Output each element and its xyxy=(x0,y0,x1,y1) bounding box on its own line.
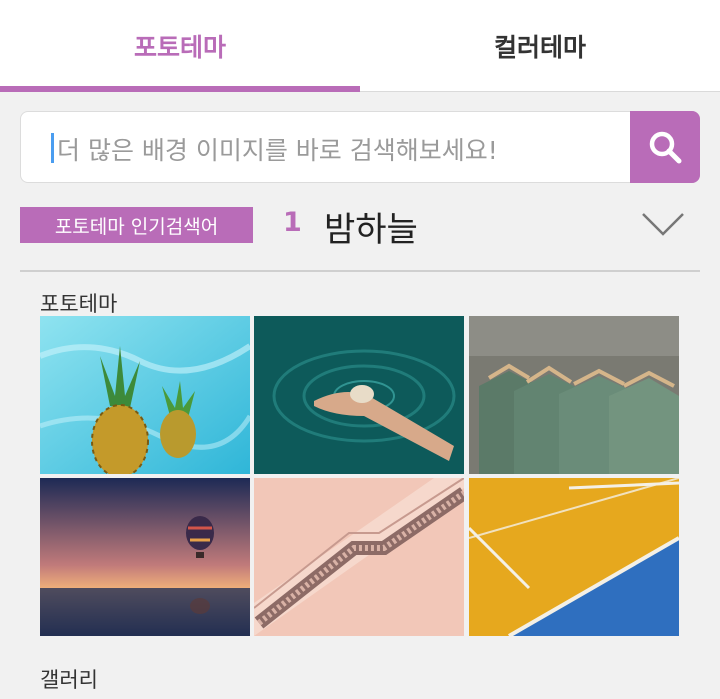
search-button[interactable] xyxy=(630,111,700,183)
search-bar[interactable]: 더 많은 배경 이미지를 바로 검색해보세요! xyxy=(20,111,700,183)
search-icon xyxy=(649,131,682,164)
tab-color-theme[interactable]: 컬러테마 xyxy=(360,0,720,92)
thumbnail-hand-shell-water[interactable] xyxy=(254,316,464,474)
text-cursor xyxy=(51,133,54,163)
popular-keyword[interactable]: 밤하늘 xyxy=(324,202,418,251)
theme-tabs: 포토테마 컬러테마 xyxy=(0,0,720,92)
photo-grid xyxy=(40,316,680,636)
popular-search-badge: 포토테마 인기검색어 xyxy=(20,207,253,243)
chevron-down-icon[interactable] xyxy=(640,210,686,238)
thumbnail-pineapple-pool[interactable] xyxy=(40,316,250,474)
active-tab-indicator xyxy=(0,86,360,92)
section-title-photo-theme: 포토테마 xyxy=(40,292,118,316)
thumbnail-sports-court[interactable] xyxy=(469,478,679,636)
divider xyxy=(20,270,700,272)
popular-rank: 1 xyxy=(283,207,302,238)
section-title-gallery: 갤러리 xyxy=(40,668,98,692)
thumbnail-hot-air-balloon-sunset[interactable] xyxy=(40,478,250,636)
tab-photo-theme[interactable]: 포토테마 xyxy=(0,0,360,92)
thumbnail-tshirts-hangers[interactable] xyxy=(469,316,679,474)
thumbnail-escalator-pink[interactable] xyxy=(254,478,464,636)
search-input[interactable]: 더 많은 배경 이미지를 바로 검색해보세요! xyxy=(57,131,498,167)
